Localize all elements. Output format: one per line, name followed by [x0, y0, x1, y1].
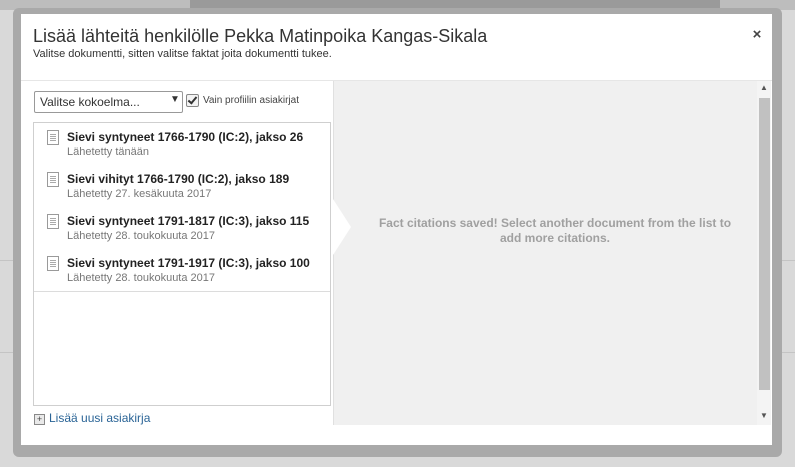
- citation-panel: [333, 81, 758, 425]
- scrollbar[interactable]: ▲ ▼: [757, 81, 771, 425]
- dialog-header: Lisää lähteitä henkilölle Pekka Matinpoi…: [21, 14, 772, 81]
- document-icon: [47, 256, 59, 271]
- scroll-up-icon[interactable]: ▲: [760, 83, 768, 92]
- document-date: Lähetetty 28. toukokuuta 2017: [67, 272, 216, 284]
- document-date: Lähetetty 28. toukokuuta 2017: [67, 230, 216, 242]
- document-title: Sievi syntyneet 1766-1790 (IC:2), jakso …: [67, 130, 304, 144]
- document-icon: [47, 130, 59, 145]
- scrollbar-thumb[interactable]: [759, 98, 770, 390]
- document-list-item[interactable]: Sievi vihityt 1766-1790 (IC:2), jakso 18…: [34, 165, 330, 208]
- close-icon[interactable]: ×: [747, 25, 767, 45]
- document-date: Lähetetty tänään: [67, 146, 149, 158]
- status-message: Fact citations saved! Select another doc…: [378, 216, 732, 245]
- collection-select[interactable]: Valitse kokoelma... ▼: [34, 91, 183, 113]
- plus-icon[interactable]: +: [34, 414, 45, 425]
- chevron-down-icon: ▼: [170, 94, 180, 105]
- document-list-item[interactable]: Sievi syntyneet 1766-1790 (IC:2), jakso …: [34, 123, 330, 166]
- dialog-title: Lisää lähteitä henkilölle Pekka Matinpoi…: [33, 26, 488, 46]
- scroll-down-icon[interactable]: ▼: [760, 411, 768, 420]
- document-icon: [47, 172, 59, 187]
- profile-only-label[interactable]: Vain profiilin asiakirjat: [203, 95, 299, 106]
- document-list-item[interactable]: Sievi syntyneet 1791-1917 (IC:3), jakso …: [34, 249, 330, 292]
- document-title: Sievi syntyneet 1791-1917 (IC:3), jakso …: [67, 256, 310, 270]
- selection-pointer: [333, 199, 351, 255]
- document-title: Sievi vihityt 1766-1790 (IC:2), jakso 18…: [67, 172, 290, 186]
- dialog-subtitle: Valitse dokumentti, sitten valitse fakta…: [33, 48, 332, 60]
- document-title: Sievi syntyneet 1791-1817 (IC:3), jakso …: [67, 214, 310, 228]
- document-date: Lähetetty 27. kesäkuuta 2017: [67, 188, 212, 200]
- add-sources-dialog: Lisää lähteitä henkilölle Pekka Matinpoi…: [21, 14, 772, 445]
- document-list[interactable]: Sievi syntyneet 1766-1790 (IC:2), jakso …: [33, 122, 331, 406]
- collection-select-value: Valitse kokoelma...: [40, 95, 140, 109]
- profile-only-checkbox[interactable]: [186, 94, 199, 107]
- document-list-item[interactable]: Sievi syntyneet 1791-1817 (IC:3), jakso …: [34, 207, 330, 250]
- document-icon: [47, 214, 59, 229]
- add-document-link[interactable]: Lisää uusi asiakirja: [49, 411, 150, 425]
